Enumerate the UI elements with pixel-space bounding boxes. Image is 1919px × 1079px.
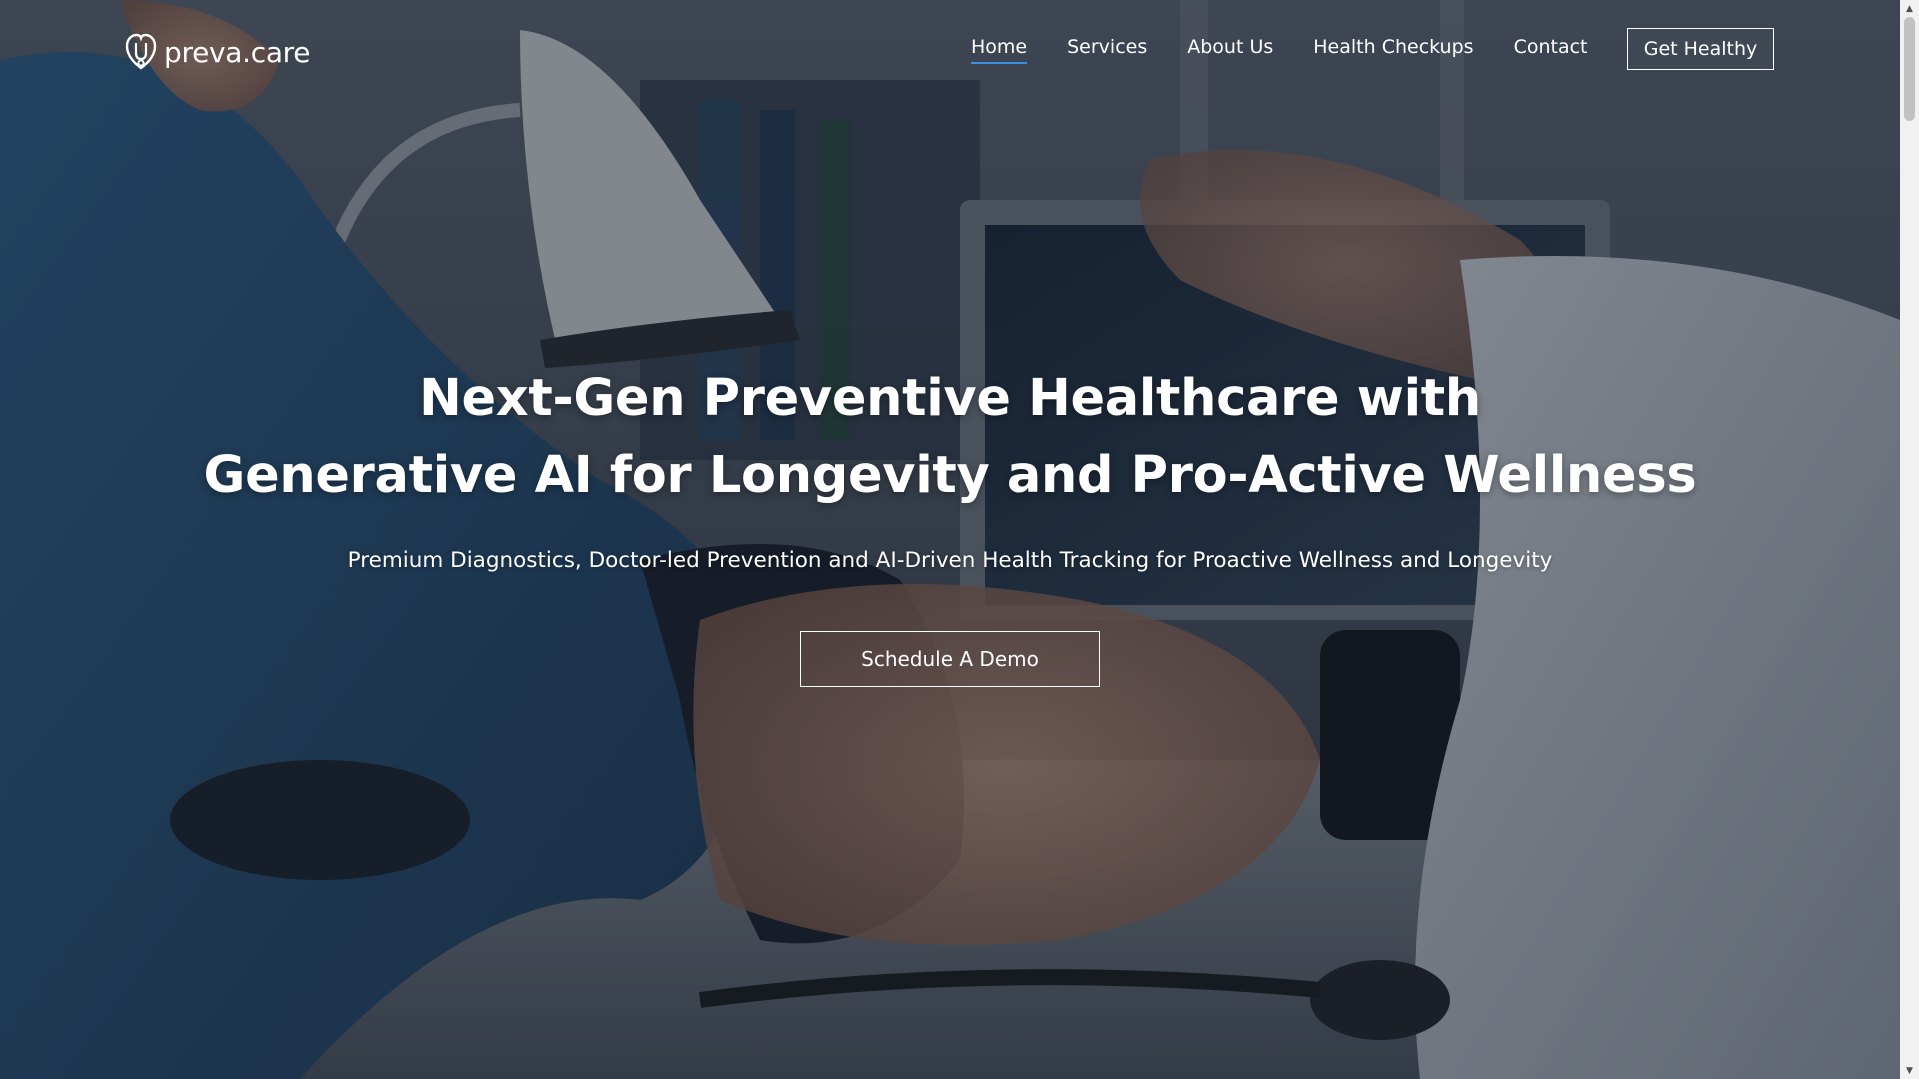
hero-section: Next-Gen Preventive Healthcare with Gene… [0,360,1900,687]
site-header: preva.care Home Services About Us Health… [0,0,1900,100]
page: preva.care Home Services About Us Health… [0,0,1919,1079]
page-scrollbar[interactable]: ▲ ▼ [1900,0,1919,1079]
scrollbar-thumb[interactable] [1904,17,1915,121]
scroll-down-arrow-icon[interactable]: ▼ [1900,1062,1919,1079]
hero-subtitle: Premium Diagnostics, Doctor-led Preventi… [347,548,1553,573]
scroll-up-arrow-icon[interactable]: ▲ [1900,0,1919,17]
nav-item-contact[interactable]: Contact [1514,36,1588,64]
stethoscope-heart-icon [125,33,157,70]
nav-item-home[interactable]: Home [971,36,1028,64]
nav-item-services[interactable]: Services [1067,36,1147,64]
main-nav: Home Services About Us Health Checkups C… [971,36,1627,64]
brand-name: preva.care [164,35,311,69]
get-healthy-button[interactable]: Get Healthy [1627,28,1774,70]
nav-item-health-checkups[interactable]: Health Checkups [1313,36,1473,64]
hero-title: Next-Gen Preventive Healthcare with Gene… [0,360,1900,514]
schedule-demo-button[interactable]: Schedule A Demo [800,631,1100,687]
nav-item-about-us[interactable]: About Us [1187,36,1273,64]
hero-title-line-1: Next-Gen Preventive Healthcare with [419,369,1481,428]
hero-title-line-2: Generative AI for Longevity and Pro-Acti… [203,446,1697,505]
brand-logo[interactable]: preva.care [124,32,311,72]
